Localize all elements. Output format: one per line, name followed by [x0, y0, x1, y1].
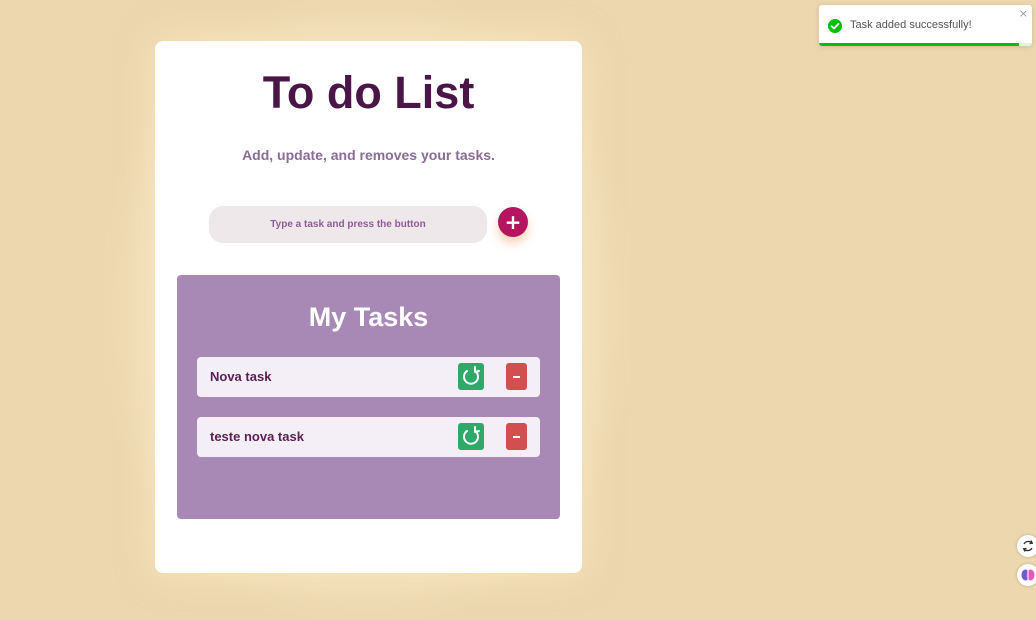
add-task-button[interactable]: + [498, 207, 528, 237]
task-item: teste nova task [197, 417, 540, 457]
toast-progress-track [819, 43, 1032, 46]
minus-icon [513, 436, 520, 438]
close-icon[interactable]: × [1019, 7, 1028, 20]
refresh-icon [463, 426, 480, 445]
page-subtitle: Add, update, and removes your tasks. [242, 147, 495, 163]
check-circle-icon [828, 19, 842, 33]
refresh-icon [463, 366, 480, 385]
toast-message: Task added successfully! [850, 19, 972, 31]
update-task-button[interactable] [458, 423, 484, 450]
tasks-panel: My Tasks Nova task teste nova task [177, 275, 560, 519]
toast-progress-bar [819, 43, 1020, 46]
brain-icon[interactable] [1017, 564, 1036, 586]
task-text: Nova task [210, 369, 272, 384]
task-item: Nova task [197, 357, 540, 397]
page-title: To do List [262, 67, 475, 118]
success-toast[interactable]: Task added successfully! × [819, 5, 1032, 46]
update-task-button[interactable] [458, 363, 484, 390]
minus-icon [513, 376, 520, 378]
refresh-arrows-icon[interactable] [1017, 535, 1036, 557]
remove-task-button[interactable] [506, 423, 527, 450]
task-text: teste nova task [210, 429, 304, 444]
task-input[interactable] [209, 206, 487, 243]
todo-card: To do List Add, update, and removes your… [155, 41, 582, 573]
remove-task-button[interactable] [506, 363, 527, 390]
tasks-heading: My Tasks [308, 302, 429, 332]
